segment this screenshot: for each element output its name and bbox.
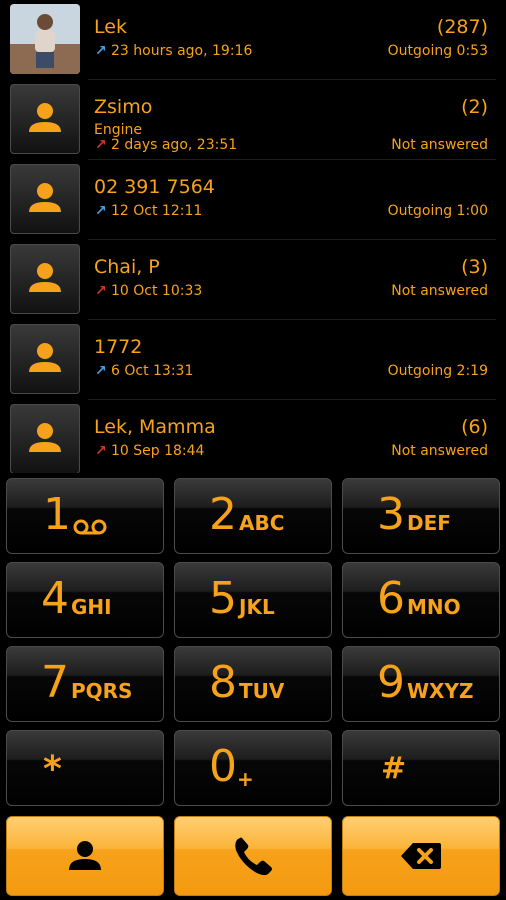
contact-photo[interactable] (10, 4, 80, 74)
key-digit: 9 (377, 657, 405, 708)
contact-avatar[interactable] (10, 404, 80, 473)
call-time-text: 12 Oct 12:11 (111, 203, 203, 219)
call-log-row[interactable]: Lek, Mamma (6) ↗ 10 Sep 18:44 Not answere… (0, 400, 506, 473)
call-time: ↗ 6 Oct 13:31 (95, 363, 193, 379)
key-9[interactable]: 9 WXYZ (342, 646, 500, 722)
delete-button[interactable] (342, 816, 500, 896)
contact-name: Lek (94, 16, 127, 38)
key-5[interactable]: 5 JKL (174, 562, 332, 638)
key-digit: # (381, 751, 407, 786)
call-time-text: 10 Sep 18:44 (111, 443, 205, 459)
call-time-text: 23 hours ago, 19:16 (111, 43, 253, 59)
key-digit: * (43, 749, 62, 790)
call-count: (3) (461, 256, 488, 278)
key-1[interactable]: 1 (6, 478, 164, 554)
call-count: (2) (461, 96, 488, 118)
key-7[interactable]: 7 PQRS (6, 646, 164, 722)
call-log-row[interactable]: Zsimo (2) Engine ↗ 2 days ago, 23:51 Not … (0, 80, 506, 160)
key-star[interactable]: * (6, 730, 164, 806)
person-icon (29, 263, 61, 292)
call-log-row[interactable]: Lek (287) ↗ 23 hours ago, 19:16 Outgoing … (0, 0, 506, 80)
contact-avatar[interactable] (10, 84, 80, 154)
contact-avatar[interactable] (10, 164, 80, 234)
key-digit: 3 (377, 489, 405, 540)
outgoing-arrow-icon: ↗ (95, 363, 107, 379)
key-hash[interactable]: # (342, 730, 500, 806)
call-status: Not answered (391, 137, 488, 153)
missed-arrow-icon: ↗ (95, 283, 107, 299)
contacts-button[interactable] (6, 816, 164, 896)
call-time: ↗ 12 Oct 12:11 (95, 203, 202, 219)
call-time: ↗ 2 days ago, 23:51 (95, 137, 237, 153)
key-3[interactable]: 3 DEF (342, 478, 500, 554)
call-status: Not answered (391, 443, 488, 459)
key-letters: GHI (71, 595, 112, 619)
call-status: Outgoing 0:53 (387, 43, 488, 59)
person-icon (29, 423, 61, 452)
key-2[interactable]: 2 ABC (174, 478, 332, 554)
missed-arrow-icon: ↗ (95, 443, 107, 459)
key-letters: TUV (239, 679, 285, 703)
call-log-list: Lek (287) ↗ 23 hours ago, 19:16 Outgoing … (0, 0, 506, 473)
call-count: (287) (436, 16, 488, 38)
call-time-text: 10 Oct 10:33 (111, 283, 203, 299)
contact-avatar[interactable] (10, 244, 80, 314)
key-digit: 2 (209, 489, 237, 540)
call-time-text: 6 Oct 13:31 (111, 363, 194, 379)
key-digit: 8 (209, 657, 237, 708)
call-count: (6) (461, 416, 488, 438)
key-0[interactable]: 0 + (174, 730, 332, 806)
call-status: Outgoing 1:00 (387, 203, 488, 219)
photo-person-icon (10, 4, 80, 74)
contact-avatar[interactable] (10, 324, 80, 394)
key-digit: 5 (209, 573, 237, 624)
key-letters: PQRS (71, 679, 133, 703)
person-icon (29, 183, 61, 212)
call-time: ↗ 10 Oct 10:33 (95, 283, 202, 299)
dialpad: 1 2 ABC 3 DEF 4 GHI 5 JKL 6 MNO 7 PQRS 8… (0, 473, 506, 900)
contact-name: 1772 (94, 336, 143, 358)
key-4[interactable]: 4 GHI (6, 562, 164, 638)
call-log-row[interactable]: 02 391 7564 ↗ 12 Oct 12:11 Outgoing 1:00 (0, 160, 506, 240)
backspace-icon (401, 843, 441, 869)
call-status: Outgoing 2:19 (387, 363, 488, 379)
contact-name: Chai, P (94, 256, 160, 278)
key-digit: 1 (43, 489, 71, 540)
call-time: ↗ 23 hours ago, 19:16 (95, 43, 252, 59)
call-log-row[interactable]: Chai, P (3) ↗ 10 Oct 10:33 Not answered (0, 240, 506, 320)
contact-name: Zsimo (94, 96, 153, 118)
outgoing-arrow-icon: ↗ (95, 43, 107, 59)
call-button[interactable] (174, 816, 332, 896)
contact-name: Lek, Mamma (94, 416, 216, 438)
key-letters: MNO (407, 595, 461, 619)
key-digit: 4 (41, 573, 69, 624)
person-icon (69, 841, 101, 870)
key-letters: DEF (407, 511, 451, 535)
phone-icon (235, 837, 272, 876)
key-6[interactable]: 6 MNO (342, 562, 500, 638)
key-digit: 0 (209, 741, 237, 792)
call-log-row[interactable]: 1772 ↗ 6 Oct 13:31 Outgoing 2:19 (0, 320, 506, 400)
contact-subtitle: Engine (94, 122, 142, 138)
person-icon (29, 343, 61, 372)
key-digit: 6 (377, 573, 405, 624)
key-8[interactable]: 8 TUV (174, 646, 332, 722)
voicemail-icon (73, 519, 107, 535)
contact-name: 02 391 7564 (94, 176, 215, 198)
key-letters: ABC (239, 511, 285, 535)
key-digit: 7 (41, 657, 69, 708)
missed-arrow-icon: ↗ (95, 137, 107, 153)
call-time: ↗ 10 Sep 18:44 (95, 443, 204, 459)
key-letters: WXYZ (407, 679, 474, 703)
call-time-text: 2 days ago, 23:51 (111, 137, 238, 153)
key-letters: + (237, 767, 254, 791)
person-icon (29, 103, 61, 132)
key-letters: JKL (239, 595, 275, 619)
call-status: Not answered (391, 283, 488, 299)
outgoing-arrow-icon: ↗ (95, 203, 107, 219)
